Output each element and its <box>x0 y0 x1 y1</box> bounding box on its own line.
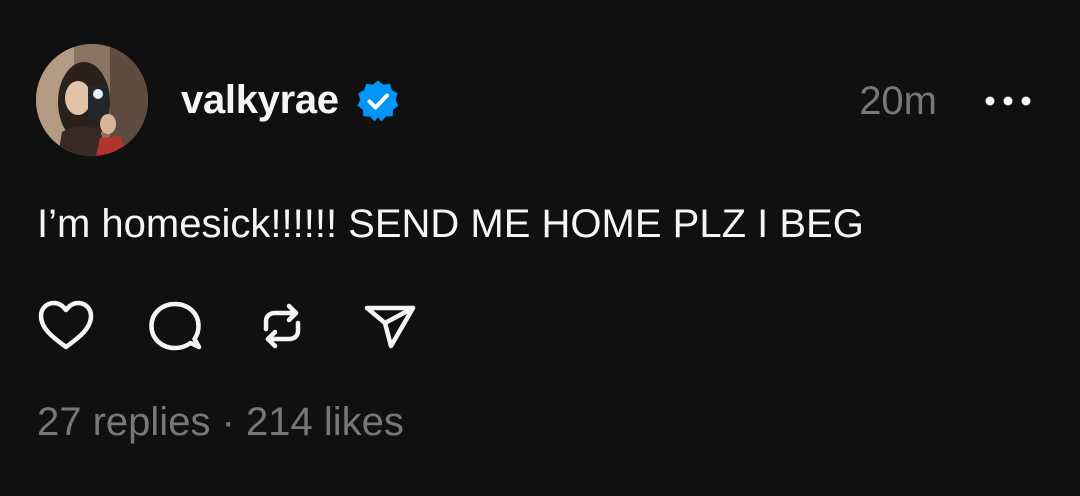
like-button[interactable] <box>36 296 96 356</box>
share-icon <box>364 305 416 349</box>
repost-button[interactable] <box>252 296 312 356</box>
stats-separator: · <box>210 400 246 444</box>
heart-icon <box>38 300 94 350</box>
verified-badge-icon <box>357 80 399 122</box>
username[interactable]: valkyrae <box>181 77 339 123</box>
reply-button[interactable] <box>145 296 205 356</box>
share-button[interactable] <box>361 296 421 356</box>
avatar-photo <box>36 44 148 156</box>
post-stats: 27 replies · 214 likes <box>37 398 404 446</box>
post-timestamp: 20m <box>859 79 937 123</box>
replies-count[interactable]: 27 replies <box>37 400 210 444</box>
more-options-icon[interactable] <box>980 86 1036 116</box>
likes-count[interactable]: 214 likes <box>246 400 404 444</box>
avatar[interactable] <box>36 44 148 156</box>
comment-icon <box>149 301 202 351</box>
repost-icon <box>263 303 301 349</box>
post-text: I’m homesick!!!!!! SEND ME HOME PLZ I BE… <box>37 202 864 246</box>
thread-post: valkyrae 20m I’m homesick!!!!!! SEND ME … <box>0 0 1080 496</box>
